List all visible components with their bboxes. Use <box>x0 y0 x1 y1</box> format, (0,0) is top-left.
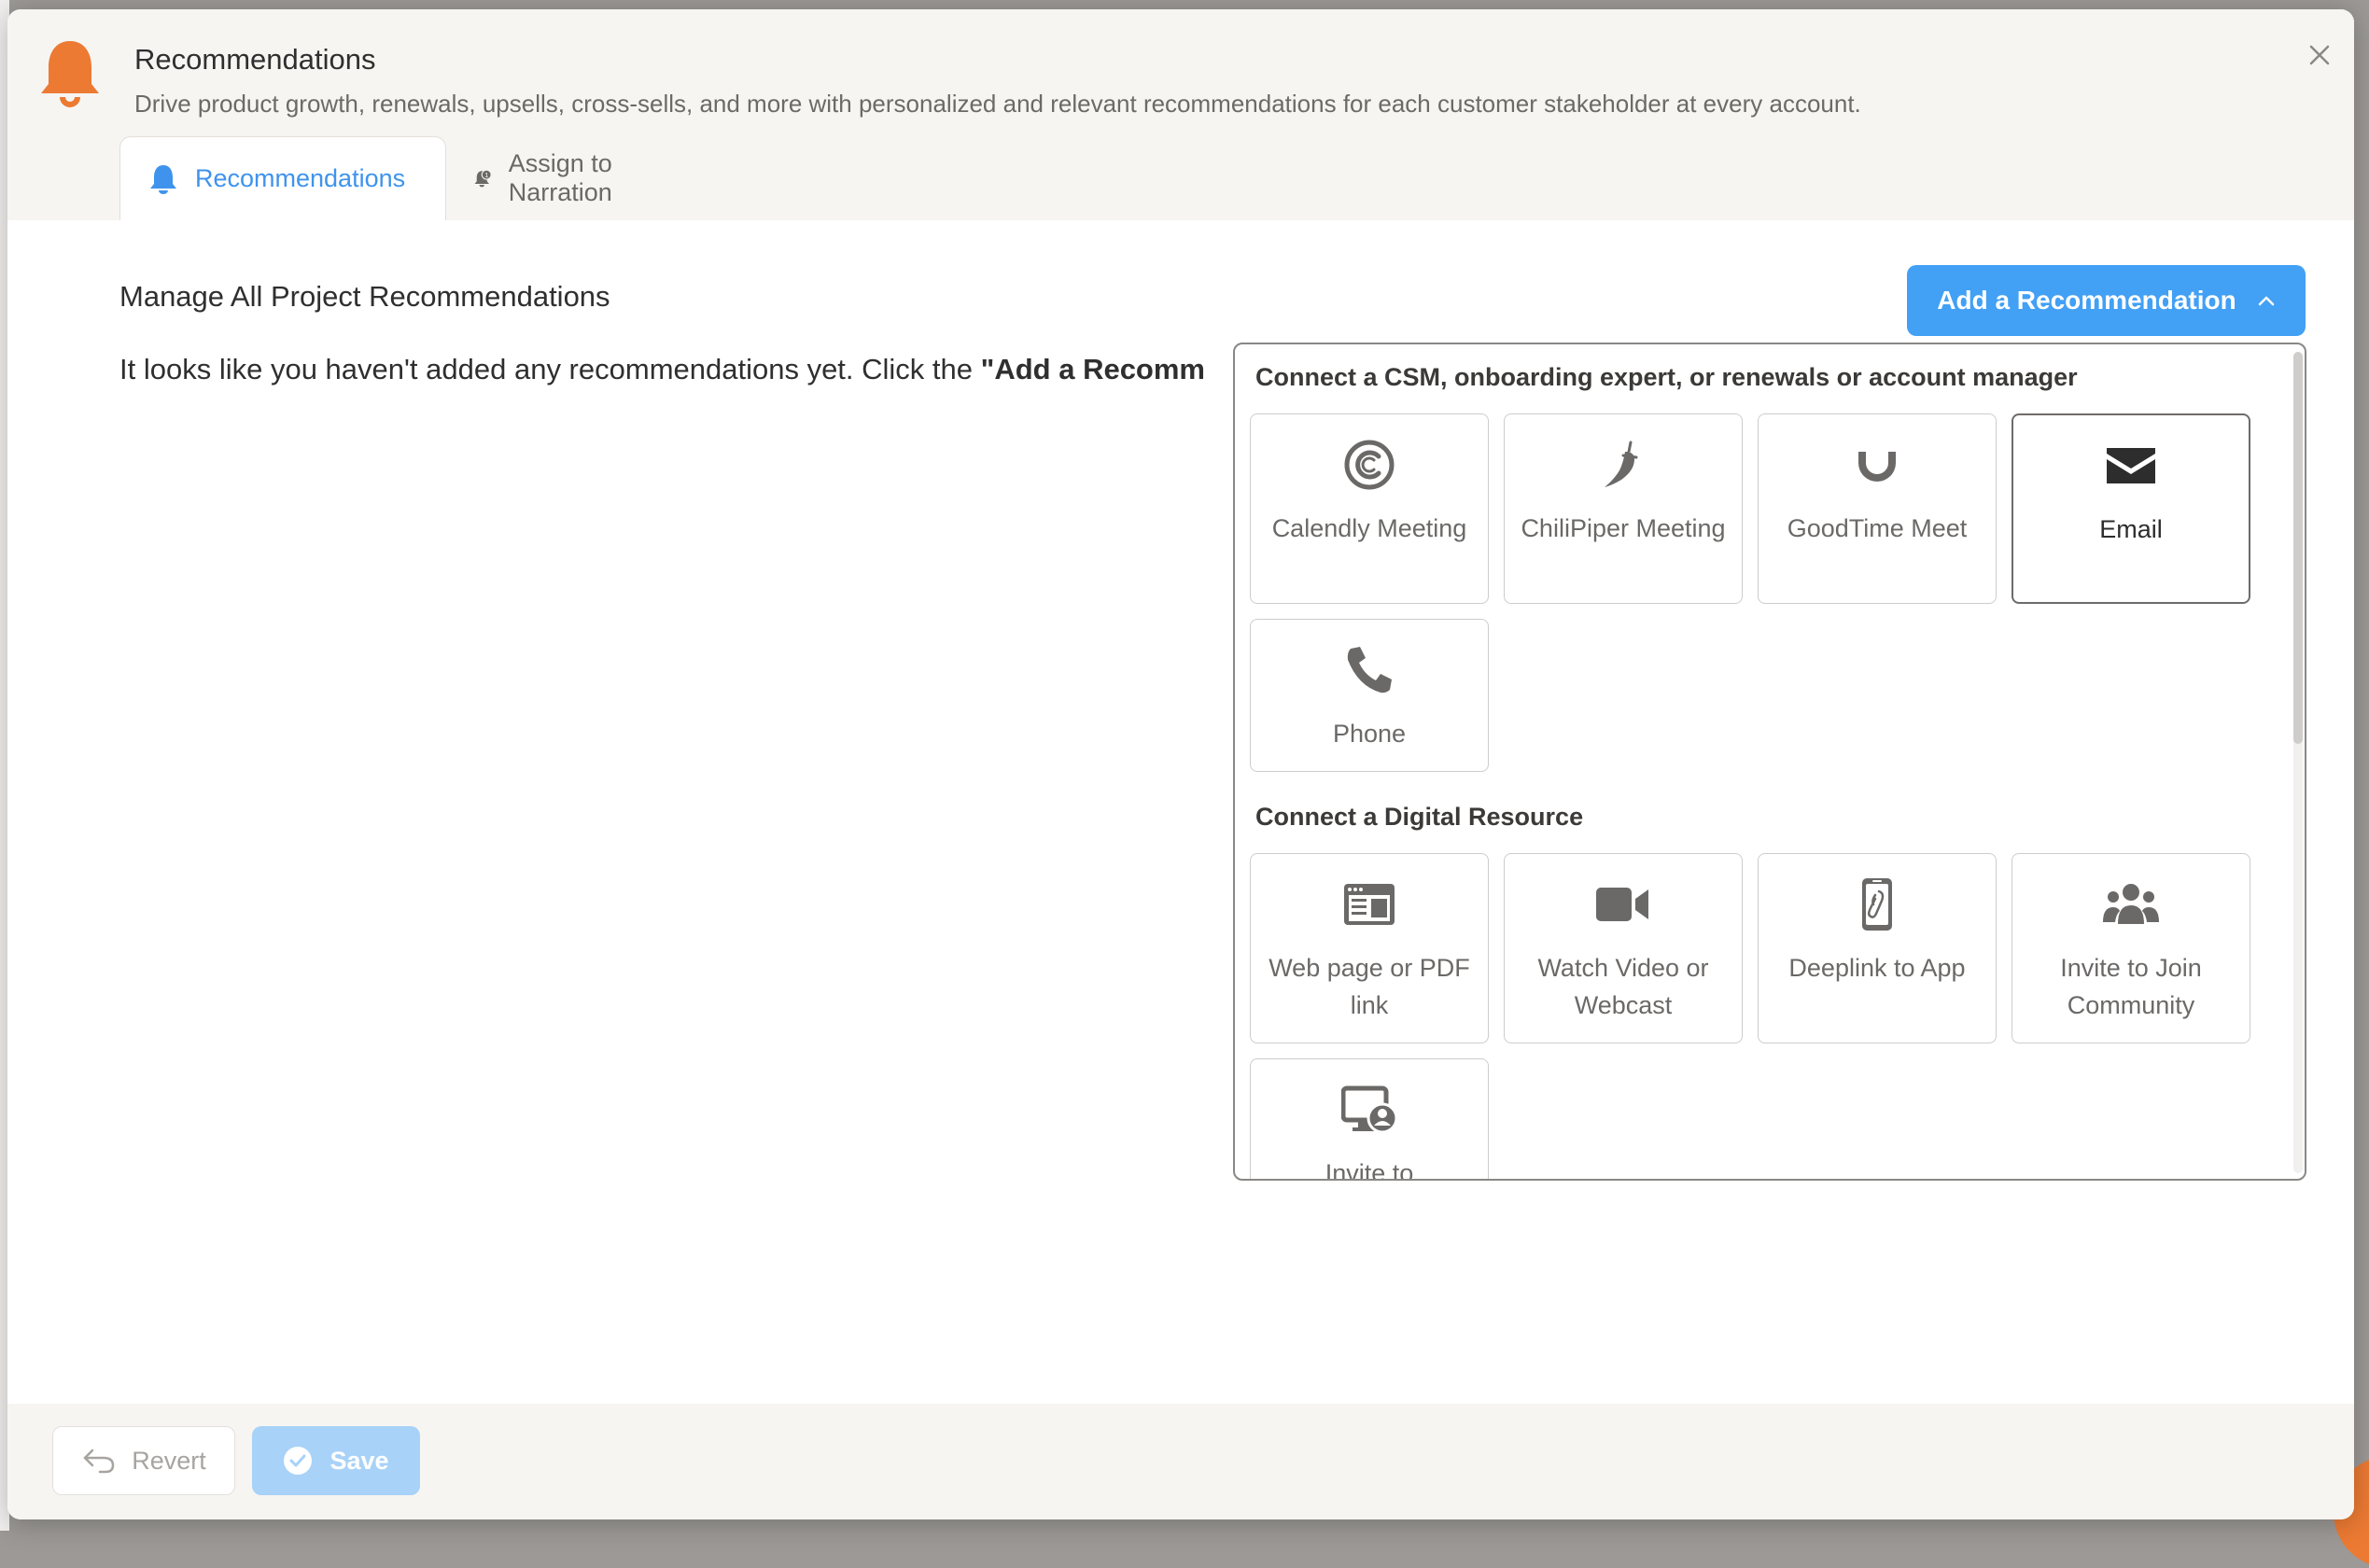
envelope-icon <box>2107 448 2155 483</box>
option-label: Phone <box>1332 720 1407 748</box>
tab-assign-to-narration[interactable]: 1 Assign to Narration <box>474 136 626 220</box>
modal-header: Recommendations Drive product growth, re… <box>7 9 2354 220</box>
undo-icon <box>83 1449 115 1474</box>
close-icon[interactable] <box>2306 41 2334 69</box>
option-invite-community[interactable]: Invite to Join Community <box>2012 853 2250 1043</box>
video-camera-icon <box>1596 888 1648 921</box>
empty-state-message: It looks like you haven't added any reco… <box>119 353 1205 386</box>
section-heading-digital: Connect a Digital Resource <box>1255 803 1584 831</box>
option-email[interactable]: Email <box>2012 413 2250 604</box>
menu-scrollbar[interactable] <box>2293 352 2303 1173</box>
option-watch-video[interactable]: Watch Video or Webcast <box>1504 853 1743 1043</box>
revert-button[interactable]: Revert <box>52 1426 235 1495</box>
modal-footer: Revert Save <box>7 1404 2354 1519</box>
option-label: Calendly Meeting <box>1271 514 1467 542</box>
users-icon <box>2103 884 2159 924</box>
chevron-up-icon <box>2258 296 2274 306</box>
option-label: ChiliPiper Meeting <box>1521 514 1726 542</box>
option-webpage-pdf-link[interactable]: Web page or PDF link <box>1250 853 1489 1043</box>
option-calendly-meeting[interactable]: Calendly Meeting <box>1250 413 1489 604</box>
empty-state-emphasis: "Add a Recomm <box>980 353 1205 385</box>
goodtime-icon <box>1858 452 1896 482</box>
tab-label: Assign to Narration <box>508 149 612 206</box>
modal-title: Recommendations <box>134 43 376 76</box>
option-label: Watch Video or Webcast <box>1537 954 1709 1019</box>
phone-icon <box>1347 647 1392 693</box>
section-heading-meetings: Connect a CSM, onboarding expert, or ren… <box>1255 363 2078 391</box>
webpage-icon <box>1344 884 1395 925</box>
tab-recommendations[interactable]: Recommendations <box>119 136 446 220</box>
screen-user-icon <box>1341 1085 1397 1134</box>
chilipiper-icon <box>1605 441 1638 487</box>
save-label: Save <box>329 1446 389 1475</box>
check-circle-icon <box>284 1447 313 1475</box>
tab-label: Recommendations <box>195 164 406 192</box>
add-recommendation-label: Add a Recommendation <box>1937 286 2236 315</box>
option-label: Invite to <box>1325 1159 1414 1181</box>
option-label: Email <box>2099 515 2163 543</box>
calendly-icon <box>1344 440 1395 490</box>
option-deeplink-app[interactable]: Deeplink to App <box>1758 853 1997 1043</box>
bell-badge-icon: 1 <box>474 169 492 188</box>
revert-label: Revert <box>132 1446 206 1475</box>
option-goodtime-meet[interactable]: GoodTime Meet <box>1758 413 1997 604</box>
option-chilipiper-meeting[interactable]: ChiliPiper Meeting <box>1504 413 1743 604</box>
add-recommendation-button[interactable]: Add a Recommendation <box>1907 265 2306 336</box>
option-label: Web page or PDF link <box>1269 954 1470 1019</box>
recommendation-type-menu: Connect a CSM, onboarding expert, or ren… <box>1233 343 2306 1181</box>
bell-icon <box>41 41 99 107</box>
menu-scrollbar-thumb[interactable] <box>2293 352 2303 744</box>
mobile-link-icon <box>1862 878 1892 931</box>
svg-text:1: 1 <box>484 172 488 179</box>
modal-subtitle: Drive product growth, renewals, upsells,… <box>134 90 1861 118</box>
option-phone[interactable]: Phone <box>1250 619 1489 772</box>
save-button[interactable]: Save <box>252 1426 420 1495</box>
option-invite-to[interactable]: Invite to <box>1250 1058 1489 1181</box>
section-title: Manage All Project Recommendations <box>119 280 610 313</box>
bell-icon <box>150 164 176 194</box>
option-label: Invite to Join Community <box>2060 954 2202 1019</box>
option-label: GoodTime Meet <box>1787 514 1968 542</box>
recommendations-modal: Recommendations Drive product growth, re… <box>7 9 2354 1519</box>
empty-state-text: It looks like you haven't added any reco… <box>119 353 981 385</box>
option-label: Deeplink to App <box>1788 954 1966 982</box>
